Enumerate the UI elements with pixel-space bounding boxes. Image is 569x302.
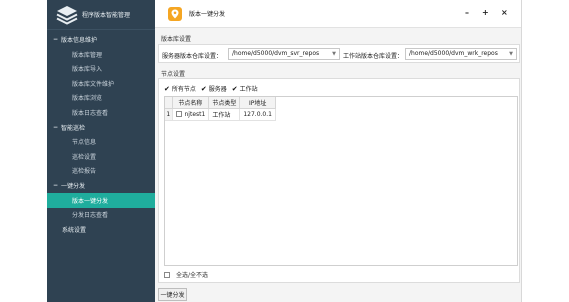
collapse-icon: − xyxy=(53,182,59,189)
minimize-button[interactable]: – xyxy=(465,8,469,17)
filter-all-nodes[interactable]: ✔ 所有节点 xyxy=(164,84,196,94)
chevron-down-icon: ▼ xyxy=(332,51,336,57)
filter-label: 所有节点 xyxy=(171,86,196,93)
repo-settings-panel: 服务器版本仓库设置： /home/d5000/dvm_svr_repos ▼ 工… xyxy=(158,44,520,63)
select-all-toggle[interactable]: 全选/全不选 xyxy=(164,270,208,279)
server-repo-label: 服务器版本仓库设置： xyxy=(162,53,223,60)
sidebar-item-node-info[interactable]: 节点信息 xyxy=(47,135,155,150)
filter-servers[interactable]: ✔ 服务器 xyxy=(200,84,227,94)
select-all-label: 全选/全不选 xyxy=(176,272,209,279)
table-header-row: 节点名称 节点类型 IP地址 xyxy=(165,97,276,109)
sidebar-item-one-click-distribute[interactable]: 版本一键分发 xyxy=(47,193,155,208)
maximize-button[interactable]: + xyxy=(482,8,489,17)
node-name: njtest1 xyxy=(184,110,206,118)
sidebar: 程序版本智能管理 − 版本信息维护 版本库管理 版本库导入 版本库文件维护 版本… xyxy=(47,0,155,302)
row-number: 1 xyxy=(165,108,173,121)
row-checkbox[interactable] xyxy=(175,111,182,117)
filter-workstations[interactable]: ✔ 工作站 xyxy=(231,84,258,94)
app-header: 程序版本智能管理 xyxy=(47,0,155,30)
checkmark-icon: ✔ xyxy=(200,84,207,93)
sidebar-item-distribute-log[interactable]: 分发日志查看 xyxy=(47,208,155,223)
sidebar-item-repo-browse[interactable]: 版本库浏览 xyxy=(47,91,155,106)
sidebar-item-inspection-settings[interactable]: 巡检设置 xyxy=(47,149,155,164)
sidebar-item-version-log[interactable]: 版本日志查看 xyxy=(47,105,155,120)
node-settings-panel: ✔ 所有节点 ✔ 服务器 ✔ 工作站 节点名称 节点类型 IP地址 1 njte… xyxy=(158,78,520,283)
sidebar-item-system-settings[interactable]: 系统设置 xyxy=(47,222,155,237)
sidebar-item-repo-files[interactable]: 版本库文件维护 xyxy=(47,76,155,91)
nav-group-version-info[interactable]: − 版本信息维护 xyxy=(47,32,155,47)
nav-group-label: 智能巡检 xyxy=(61,124,86,132)
distribute-button[interactable]: 一键分发 xyxy=(158,288,187,301)
server-repo-value: /home/d5000/dvm_svr_repos xyxy=(232,50,320,57)
nav-group-label: 版本信息维护 xyxy=(61,37,98,44)
repo-settings-label: 版本库设置 xyxy=(161,36,192,43)
workstation-repo-select[interactable]: /home/d5000/dvm_wrk_repos ▼ xyxy=(405,48,517,60)
location-pin-icon xyxy=(168,6,182,21)
main-panel: 版本一键分发 – + × 版本库设置 服务器版本仓库设置： /home/d500… xyxy=(155,0,522,302)
filter-label: 服务器 xyxy=(208,86,227,93)
sidebar-item-repo-manage[interactable]: 版本库管理 xyxy=(47,47,155,62)
node-filters: ✔ 所有节点 ✔ 服务器 ✔ 工作站 xyxy=(164,84,258,94)
checkmark-icon: ✔ xyxy=(164,84,170,93)
nav-group-inspection[interactable]: − 智能巡检 xyxy=(47,120,155,135)
column-header-ip[interactable]: IP地址 xyxy=(239,97,276,109)
node-settings-label: 节点设置 xyxy=(161,71,186,78)
window-titlebar: 版本一键分发 – + × xyxy=(155,0,521,28)
sidebar-item-inspection-report[interactable]: 巡检报告 xyxy=(47,164,155,179)
select-all-checkbox[interactable] xyxy=(164,271,170,278)
nav-group-distribute[interactable]: − 一键分发 xyxy=(47,178,155,193)
nav-group-label: 一键分发 xyxy=(61,183,86,190)
layers-icon xyxy=(56,5,78,25)
filter-label: 工作站 xyxy=(239,86,258,93)
node-name-cell: njtest1 xyxy=(172,108,210,121)
table-row[interactable]: 1 njtest1 工作站 127.0.0.1 xyxy=(165,108,276,121)
server-repo-select[interactable]: /home/d5000/dvm_svr_repos ▼ xyxy=(228,48,340,60)
app-title: 程序版本智能管理 xyxy=(82,12,131,19)
checkmark-icon: ✔ xyxy=(231,84,238,93)
sidebar-item-repo-import[interactable]: 版本库导入 xyxy=(47,62,155,77)
row-number-header xyxy=(165,97,173,109)
node-table: 节点名称 节点类型 IP地址 1 njtest1 工作站 127.0.0.1 xyxy=(164,96,518,266)
workstation-repo-value: /home/d5000/dvm_wrk_repos xyxy=(409,50,498,57)
workstation-repo-label: 工作站版本仓库设置： xyxy=(343,53,404,60)
close-button[interactable]: × xyxy=(501,8,508,17)
node-type-cell: 工作站 xyxy=(208,108,241,121)
collapse-icon: − xyxy=(53,36,59,43)
column-header-node-type[interactable]: 节点类型 xyxy=(208,97,241,109)
ip-cell: 127.0.0.1 xyxy=(239,108,276,121)
collapse-icon: − xyxy=(53,123,59,131)
window-title: 版本一键分发 xyxy=(189,11,226,18)
column-header-node-name[interactable]: 节点名称 xyxy=(172,97,210,109)
chevron-down-icon: ▼ xyxy=(509,51,513,57)
